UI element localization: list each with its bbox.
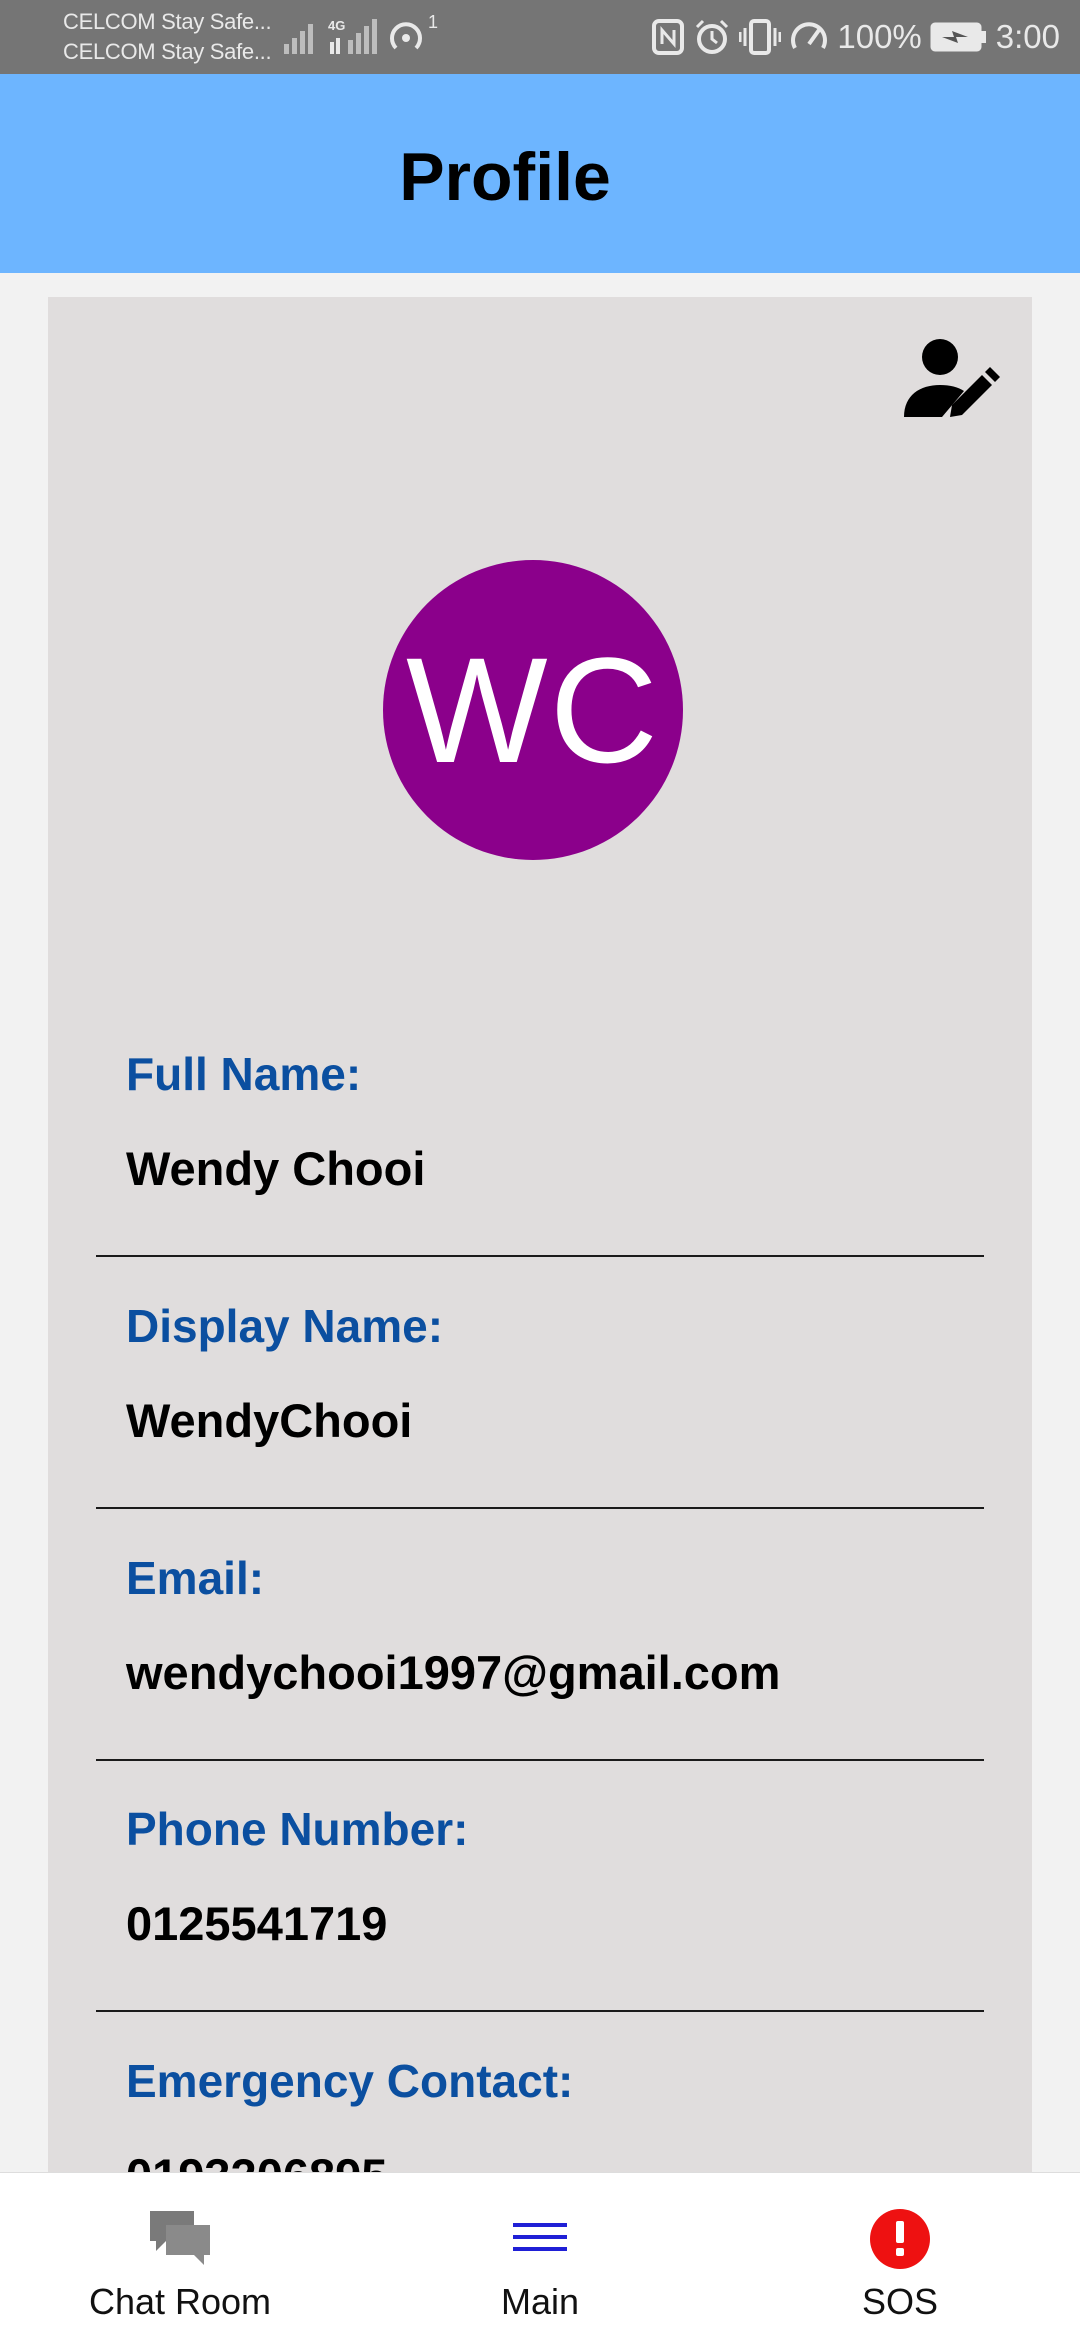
app-bar: Profile [0, 74, 1080, 273]
hotspot-count: 1 [428, 12, 439, 32]
edit-profile-button[interactable] [900, 329, 1000, 429]
menu-icon [513, 2223, 567, 2251]
field-label: Full Name: [126, 1048, 362, 1100]
email-field: Email: wendychooi1997@gmail.com [96, 1507, 984, 1761]
user-edit-icon [904, 339, 1000, 417]
status-icons: 100% 3:00 [651, 14, 1060, 60]
nfc-icon [652, 19, 685, 55]
display-name-field: Display Name: WendyChooi [96, 1255, 984, 1509]
nav-label: Main [500, 2281, 580, 2322]
signal-4g-icon: 4G [328, 18, 377, 54]
field-label: Emergency Contact: [126, 2055, 574, 2107]
data-saver-icon [791, 22, 828, 49]
field-label: Email: [126, 1552, 265, 1604]
nav-main[interactable]: Main [360, 2173, 720, 2341]
hotspot-icon [390, 22, 422, 50]
chat-icon [150, 2211, 210, 2265]
svg-text:4G: 4G [328, 18, 345, 33]
carrier-name-1: CELCOM Stay Safe... [63, 9, 272, 34]
nav-label: Chat Room [88, 2281, 272, 2322]
page-title: Profile [399, 139, 611, 215]
status-bar: CELCOM Stay Safe... CELCOM Stay Safe... … [0, 0, 1080, 74]
avatar: WC [383, 560, 683, 860]
clock: 3:00 [995, 18, 1060, 55]
nav-chat-room[interactable]: Chat Room [0, 2173, 360, 2341]
field-value: 0125541719 [126, 1897, 388, 1950]
field-label: Phone Number: [126, 1803, 469, 1855]
battery-percent: 100% [837, 18, 922, 55]
nav-label: SOS [861, 2281, 939, 2322]
field-value: WendyChooi [126, 1394, 413, 1447]
profile-card: WC Full Name: Wendy Chooi Display Name: … [48, 297, 1032, 2264]
carrier-name-2: CELCOM Stay Safe... [63, 39, 272, 64]
signal-icon [284, 24, 313, 54]
alert-icon [870, 2209, 930, 2269]
field-value: wendychooi1997@gmail.com [126, 1646, 781, 1699]
battery-charging-icon [930, 22, 986, 52]
field-label: Display Name: [126, 1300, 444, 1352]
bottom-nav: Chat Room Main SOS [0, 2172, 1080, 2341]
alarm-icon [696, 19, 729, 54]
field-value: Wendy Chooi [126, 1142, 426, 1195]
nav-sos[interactable]: SOS [720, 2173, 1080, 2341]
full-name-field: Full Name: Wendy Chooi [96, 1003, 984, 1257]
phone-number-field: Phone Number: 0125541719 [96, 1758, 984, 2012]
avatar-initials: WC [406, 625, 660, 794]
vibrate-icon [739, 19, 782, 55]
